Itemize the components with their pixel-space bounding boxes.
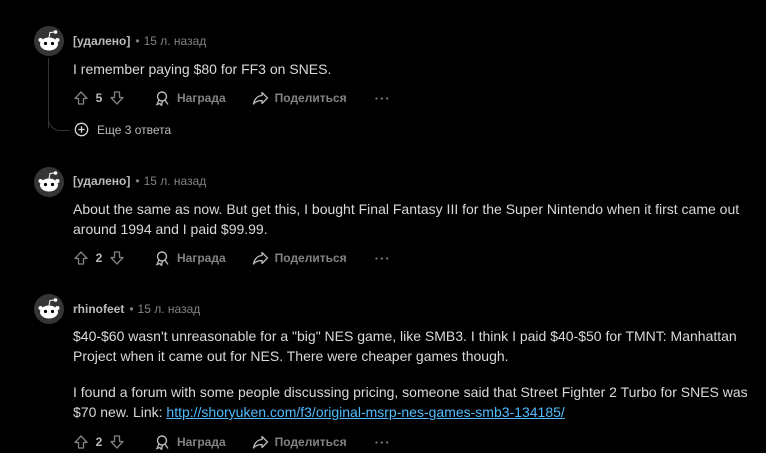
more-replies-button[interactable]: Еще 3 ответа [74, 122, 171, 137]
downvote-arrow-icon [110, 91, 124, 105]
comment-actions: 2 Награда Поделиться ··· [73, 247, 391, 269]
share-arrow-icon [252, 251, 268, 265]
reddit-snoo-avatar-icon [34, 294, 64, 324]
more-options-button[interactable]: ··· [375, 251, 391, 266]
timestamp[interactable]: 15 л. назад [144, 174, 207, 188]
comment-meta: rhinofeet • 15 л. назад [73, 302, 200, 316]
more-replies-label: Еще 3 ответа [97, 122, 172, 137]
share-arrow-icon [252, 91, 268, 105]
vote-score: 2 [95, 435, 103, 449]
comment-meta: [удалено] • 15 л. назад [73, 174, 206, 188]
reddit-snoo-avatar-icon [34, 26, 64, 56]
downvote-button[interactable] [109, 90, 125, 106]
separator-dot: • [129, 302, 134, 316]
separator-dot: • [135, 34, 140, 48]
share-button[interactable]: Поделиться [252, 90, 347, 106]
avatar[interactable] [33, 293, 65, 325]
comment-paragraph: About the same as now. But get this, I b… [73, 201, 740, 237]
reddit-snoo-avatar-icon [34, 167, 64, 197]
timestamp[interactable]: 15 л. назад [144, 34, 207, 48]
upvote-arrow-icon [74, 435, 88, 449]
upvote-arrow-icon [74, 251, 88, 265]
timestamp[interactable]: 15 л. назад [138, 302, 201, 316]
award-button[interactable]: Награда [155, 250, 226, 266]
award-button[interactable]: Награда [155, 434, 226, 450]
more-options-button[interactable]: ··· [375, 91, 391, 106]
share-button[interactable]: Поделиться [252, 250, 347, 266]
upvote-arrow-icon [74, 91, 88, 105]
comment-meta: [удалено] • 15 л. назад [73, 34, 206, 48]
upvote-button[interactable] [73, 250, 89, 266]
share-button[interactable]: Поделиться [252, 434, 347, 450]
vote-score: 5 [95, 91, 103, 105]
award-icon [155, 251, 169, 266]
comment-body: $40-$60 wasn't unreasonable for a "big" … [73, 326, 748, 422]
downvote-arrow-icon [110, 435, 124, 449]
share-label: Поделиться [274, 91, 347, 105]
upvote-button[interactable] [73, 434, 89, 450]
award-button[interactable]: Награда [155, 90, 226, 106]
award-label: Награда [177, 91, 226, 105]
comment-actions: 5 Награда Поделиться ··· [73, 87, 391, 109]
comment-paragraph: $40-$60 wasn't unreasonable for a "big" … [73, 328, 737, 364]
share-label: Поделиться [274, 251, 347, 265]
author-name[interactable]: [удалено] [73, 174, 130, 188]
thread-curve [48, 116, 69, 131]
comment-body: About the same as now. But get this, I b… [73, 199, 748, 239]
downvote-button[interactable] [109, 434, 125, 450]
author-name[interactable]: rhinofeet [73, 302, 124, 316]
comment-paragraph: I found a forum with some people discuss… [73, 382, 748, 422]
award-label: Награда [177, 251, 226, 265]
share-label: Поделиться [274, 435, 347, 449]
upvote-button[interactable] [73, 90, 89, 106]
separator-dot: • [135, 174, 140, 188]
plus-circle-icon [74, 122, 89, 137]
avatar[interactable] [33, 25, 65, 57]
author-name[interactable]: [удалено] [73, 34, 130, 48]
comment-paragraph: I remember paying $80 for FF3 on SNES. [73, 61, 332, 77]
downvote-button[interactable] [109, 250, 125, 266]
forum-link[interactable]: http://shoryuken.com/f3/original-msrp-ne… [166, 404, 564, 420]
vote-score: 2 [95, 251, 103, 265]
downvote-arrow-icon [110, 251, 124, 265]
share-arrow-icon [252, 435, 268, 449]
comment-body: I remember paying $80 for FF3 on SNES. [73, 59, 748, 79]
award-icon [155, 91, 169, 106]
award-icon [155, 435, 169, 450]
more-options-button[interactable]: ··· [375, 435, 391, 450]
avatar[interactable] [33, 166, 65, 198]
award-label: Награда [177, 435, 226, 449]
